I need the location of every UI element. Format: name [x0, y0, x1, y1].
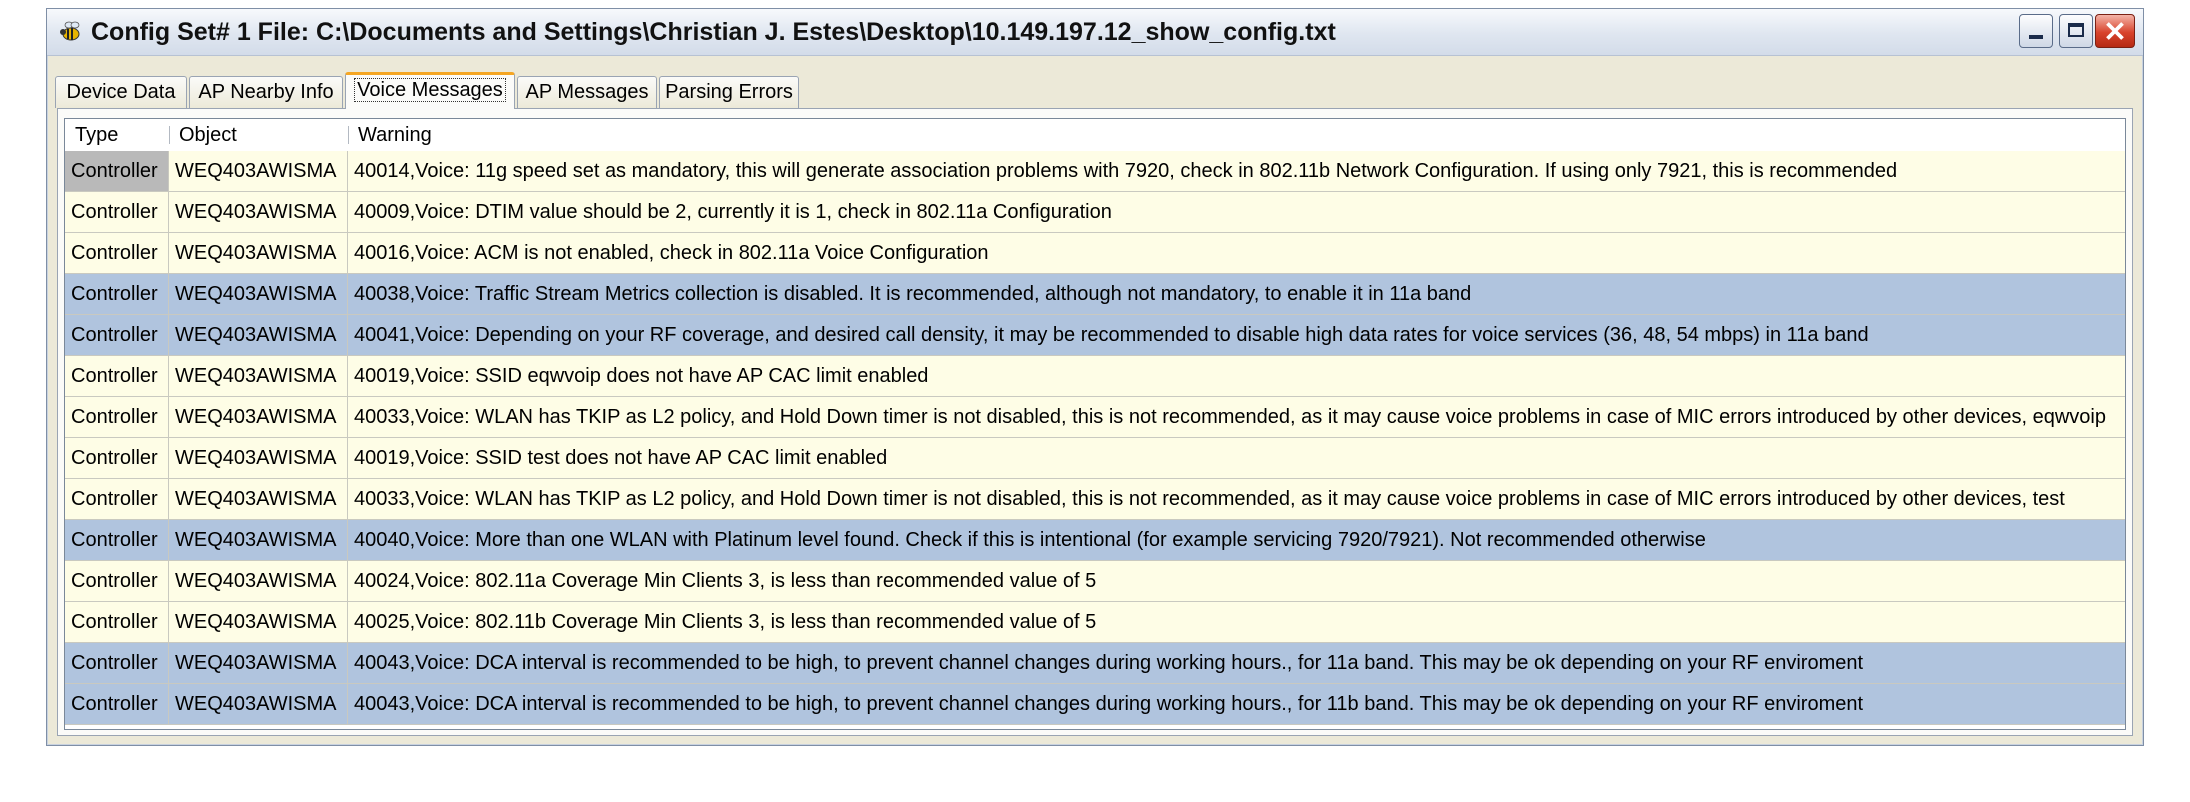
cell-warning: 40009,Voice: DTIM value should be 2, cur…	[354, 201, 1112, 223]
cell-warning: 40043,Voice: DCA interval is recommended…	[354, 693, 1864, 715]
cell-type: Controller	[65, 315, 169, 355]
cell-type: Controller	[65, 274, 169, 314]
minimize-icon	[2029, 35, 2043, 39]
cell-type: Controller	[65, 438, 169, 478]
cell-type: Controller	[65, 684, 169, 724]
tab-label: Voice Messages	[354, 78, 506, 102]
cell-object: WEQ403AWISMA	[169, 274, 348, 314]
config-window: Config Set# 1 File: C:\Documents and Set…	[46, 8, 2144, 746]
cell-object: WEQ403AWISMA	[169, 561, 348, 601]
table-row[interactable]: Controller WEQ403AWISMA 40016,Voice: ACM i…	[65, 233, 2125, 274]
title-bar[interactable]: Config Set# 1 File: C:\Documents and Set…	[47, 9, 2143, 56]
column-header-warning[interactable]: Warning	[348, 119, 2125, 151]
close-icon	[2106, 22, 2124, 40]
cell-object: WEQ403AWISMA	[169, 356, 348, 396]
cell-object: WEQ403AWISMA	[169, 643, 348, 683]
tab-ap-messages[interactable]: AP Messages	[517, 76, 657, 108]
tab-parsing-errors[interactable]: Parsing Errors	[659, 76, 799, 108]
tab-label: AP Nearby Info	[198, 81, 334, 103]
cell-type: Controller	[65, 561, 169, 601]
cell-warning: 40043,Voice: DCA interval is recommended…	[354, 652, 1864, 674]
table-row[interactable]: Controller WEQ403AWISMA 40033,Voice: WLAN …	[65, 397, 2125, 438]
maximize-button[interactable]	[2059, 14, 2093, 48]
cell-type: Controller	[65, 397, 169, 437]
table-row[interactable]: Controller WEQ403AWISMA 40040,Voice: More …	[65, 520, 2125, 561]
table-row[interactable]: Controller WEQ403AWISMA 40041,Voice: Depen…	[65, 315, 2125, 356]
table-row[interactable]: Controller WEQ403AWISMA 40024,Voice: 802.1…	[65, 561, 2125, 602]
cell-type: Controller	[65, 479, 169, 519]
cell-warning: 40014,Voice: 11g speed set as mandatory,…	[354, 160, 1898, 182]
table-row[interactable]: Controller WEQ403AWISMA 40033,Voice: WLAN …	[65, 479, 2125, 520]
cell-warning: 40041,Voice: Depending on your RF covera…	[354, 324, 1869, 346]
table-row[interactable]: Controller WEQ403AWISMA 40014,Voice: 11g s…	[65, 151, 2125, 192]
table-row[interactable]: Controller WEQ403AWISMA 40043,Voice: DCA i…	[65, 643, 2125, 684]
window-title: Config Set# 1 File: C:\Documents and Set…	[91, 18, 1336, 46]
cell-object: WEQ403AWISMA	[169, 397, 348, 437]
column-header-object[interactable]: Object	[169, 119, 348, 151]
cell-object: WEQ403AWISMA	[169, 520, 348, 560]
tab-label: AP Messages	[525, 81, 649, 103]
minimize-button[interactable]	[2019, 14, 2053, 48]
bee-icon	[60, 21, 80, 41]
cell-object: WEQ403AWISMA	[169, 438, 348, 478]
cell-type: Controller	[65, 192, 169, 232]
tab-label: Device Data	[66, 81, 176, 103]
table-row[interactable]: Controller WEQ403AWISMA 40043,Voice: DCA i…	[65, 684, 2125, 725]
table-row[interactable]: Controller WEQ403AWISMA 40009,Voice: DTIM …	[65, 192, 2125, 233]
cell-warning: 40033,Voice: WLAN has TKIP as L2 policy,…	[354, 488, 2065, 510]
cell-warning: 40019,Voice: SSID eqwvoip does not have …	[354, 365, 929, 387]
cell-warning: 40019,Voice: SSID test does not have AP …	[354, 447, 888, 469]
cell-object: WEQ403AWISMA	[169, 192, 348, 232]
table-header: Type Object Warning	[65, 119, 2125, 152]
column-header-type[interactable]: Type	[65, 119, 169, 151]
cell-object: WEQ403AWISMA	[169, 315, 348, 355]
cell-warning: 40025,Voice: 802.11b Coverage Min Client…	[354, 611, 1097, 633]
tab-label: Parsing Errors	[665, 81, 793, 103]
tab-panel: Type Object Warning Controller WEQ403AWIS…	[57, 108, 2133, 736]
cell-type: Controller	[65, 643, 169, 683]
table-row[interactable]: Controller WEQ403AWISMA 40019,Voice: SSID …	[65, 356, 2125, 397]
cell-object: WEQ403AWISMA	[169, 684, 348, 724]
table-row[interactable]: Controller WEQ403AWISMA 40025,Voice: 802.1…	[65, 602, 2125, 643]
cell-type: Controller	[65, 233, 169, 273]
voice-messages-table[interactable]: Type Object Warning Controller WEQ403AWIS…	[64, 118, 2126, 730]
tab-voice-messages[interactable]: Voice Messages	[345, 72, 515, 109]
close-button[interactable]	[2095, 14, 2135, 48]
cell-object: WEQ403AWISMA	[169, 479, 348, 519]
tab-ap-nearby-info[interactable]: AP Nearby Info	[189, 76, 343, 108]
cell-warning: 40033,Voice: WLAN has TKIP as L2 policy,…	[354, 406, 2106, 428]
cell-type: Controller	[65, 151, 169, 191]
cell-type: Controller	[65, 356, 169, 396]
cell-warning: 40024,Voice: 802.11a Coverage Min Client…	[354, 570, 1097, 592]
cell-object: WEQ403AWISMA	[169, 233, 348, 273]
tab-device-data[interactable]: Device Data	[55, 76, 187, 108]
cell-warning: 40016,Voice: ACM is not enabled, check i…	[354, 242, 989, 264]
maximize-icon	[2068, 23, 2084, 37]
cell-warning: 40038,Voice: Traffic Stream Metrics coll…	[354, 283, 1472, 305]
table-row[interactable]: Controller WEQ403AWISMA 40019,Voice: SSID …	[65, 438, 2125, 479]
table-row[interactable]: Controller WEQ403AWISMA 40038,Voice: Traff…	[65, 274, 2125, 315]
cell-type: Controller	[65, 602, 169, 642]
cell-type: Controller	[65, 520, 169, 560]
cell-object: WEQ403AWISMA	[169, 151, 348, 191]
cell-warning: 40040,Voice: More than one WLAN with Pla…	[354, 529, 1706, 551]
cell-object: WEQ403AWISMA	[169, 602, 348, 642]
